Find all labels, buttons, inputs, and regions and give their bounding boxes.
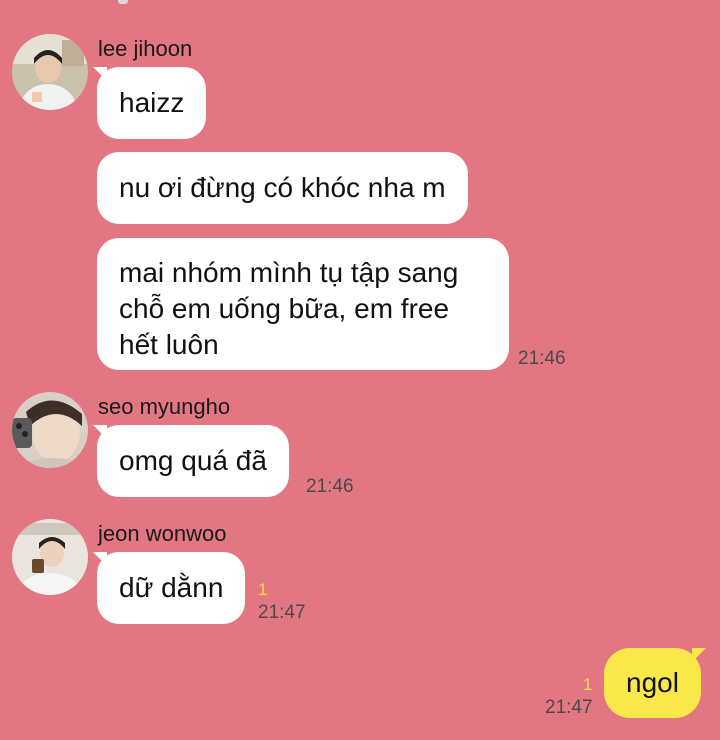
- avatar-lee-jihoon[interactable]: [12, 34, 88, 110]
- unread-count: 1: [258, 580, 268, 599]
- message-timestamp: 21:47: [258, 602, 306, 623]
- message-bubble[interactable]: nu ơi đừng có khóc nha m: [97, 152, 468, 224]
- bubble-tail: [692, 648, 706, 662]
- profile-photo-icon: [12, 392, 88, 468]
- profile-photo-icon: [12, 34, 88, 110]
- message-timestamp: 21:46: [306, 476, 354, 497]
- truncated-message-edge: [118, 0, 128, 4]
- message-bubble[interactable]: haizz: [97, 67, 207, 139]
- message-timestamp: 21:46: [518, 348, 566, 369]
- message-bubble[interactable]: dữ dằnn: [97, 552, 246, 624]
- message-bubble[interactable]: mai nhóm mình tụ tập sang chỗ em uống bữ…: [97, 238, 509, 370]
- sender-name: jeon wonwoo: [98, 521, 227, 546]
- profile-photo-icon: [12, 519, 88, 595]
- sender-name: lee jihoon: [98, 36, 193, 61]
- chat-conversation[interactable]: lee jihoon haizz nu ơi đừng có khóc nha …: [0, 0, 720, 740]
- sender-name: seo myungho: [98, 394, 231, 419]
- avatar-jeon-wonwoo[interactable]: [12, 519, 88, 595]
- avatar-seo-myungho[interactable]: [12, 392, 88, 468]
- message-bubble[interactable]: omg quá đã: [97, 425, 289, 497]
- message-timestamp: 21:47: [545, 697, 593, 718]
- my-message-bubble[interactable]: ngol: [604, 648, 701, 718]
- unread-count: 1: [583, 675, 593, 694]
